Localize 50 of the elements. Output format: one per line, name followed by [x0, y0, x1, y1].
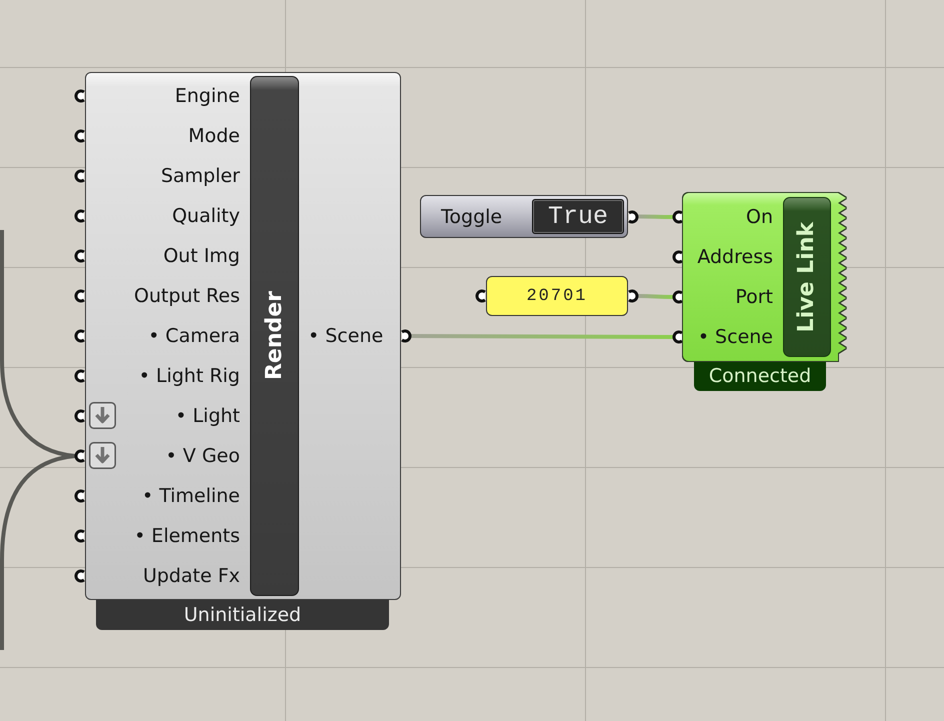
text-panel[interactable]: 20701: [486, 276, 628, 316]
input-port-icon[interactable]: [74, 569, 85, 583]
input-label: • Light Rig: [138, 366, 240, 386]
component-node[interactable]: On Address Port • Scene Live Link: [683, 193, 846, 361]
input-port-icon[interactable]: [74, 329, 85, 343]
panel-text: 20701: [526, 286, 588, 306]
input-label: Address: [697, 248, 773, 266]
status-label: Connected: [694, 361, 826, 391]
input-label: • Scene: [698, 328, 773, 346]
output-port-icon[interactable]: [628, 289, 639, 303]
input-port-icon[interactable]: [672, 210, 683, 224]
input-label: Sampler: [160, 166, 240, 186]
component-title: Render: [250, 76, 299, 596]
input-port-icon[interactable]: [74, 449, 85, 463]
input-label: On: [746, 208, 773, 226]
input-label: Out Img: [163, 246, 240, 266]
input-port-icon[interactable]: [74, 169, 85, 183]
boolean-toggle[interactable]: Toggle True: [420, 195, 628, 238]
input-port-icon[interactable]: [74, 89, 85, 103]
input-label: Engine: [174, 86, 240, 106]
input-label: • Camera: [148, 326, 240, 346]
input-port-icon[interactable]: [74, 289, 85, 303]
input-port-icon[interactable]: [74, 409, 85, 423]
toggle-label: Toggle: [440, 206, 504, 228]
input-port-icon[interactable]: [672, 290, 683, 304]
input-label: • Light: [175, 406, 240, 426]
output-port-icon[interactable]: [628, 210, 639, 224]
input-label: Port: [735, 288, 773, 306]
status-label: Uninitialized: [96, 600, 389, 630]
output-port-icon[interactable]: [401, 329, 412, 343]
input-port-icon[interactable]: [74, 529, 85, 543]
input-port-icon[interactable]: [475, 289, 486, 303]
component-node[interactable]: Engine Mode Sampler Quality Out Img Output Res • Camera • Light Rig • Light • V Geo • Timeline • Elements Update Fx Render • Scene: [85, 72, 401, 600]
toggle-value[interactable]: True: [532, 199, 624, 234]
input-port-icon[interactable]: [672, 330, 683, 344]
input-port-icon[interactable]: [74, 129, 85, 143]
input-label: • Elements: [134, 526, 240, 546]
input-label: • V Geo: [166, 446, 240, 466]
component-title: Live Link: [783, 197, 831, 357]
input-label: • Timeline: [142, 486, 240, 506]
input-label: Output Res: [134, 286, 240, 306]
input-label: Update Fx: [142, 566, 240, 586]
input-port-icon[interactable]: [74, 249, 85, 263]
input-port-icon[interactable]: [74, 209, 85, 223]
output-label: • Scene: [308, 326, 384, 346]
input-port-icon[interactable]: [74, 489, 85, 503]
input-port-icon[interactable]: [672, 250, 683, 264]
input-port-icon[interactable]: [74, 369, 85, 383]
input-label: Quality: [172, 206, 240, 226]
input-label: Mode: [188, 126, 240, 146]
